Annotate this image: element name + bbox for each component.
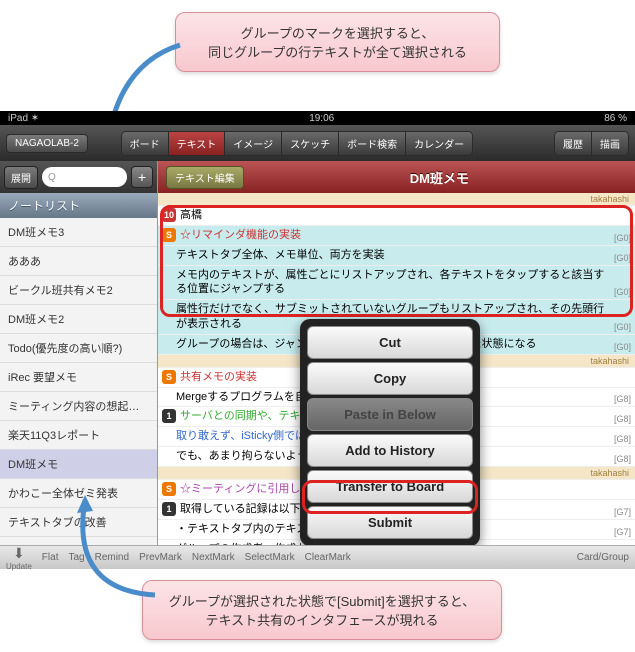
menu-submit[interactable]: Submit [307, 506, 473, 539]
line-mark[interactable]: 1 [162, 409, 176, 423]
line-text: 高橋 [180, 208, 631, 223]
bb-remind[interactable]: Remind [95, 552, 129, 563]
bottom-items: Flat Tag Remind PrevMark NextMark SelectMark C… [42, 552, 351, 563]
line-mark[interactable]: S [162, 482, 176, 496]
battery: 86 % [604, 113, 627, 124]
line-text: ☆リマインダ機能の実装 [180, 228, 610, 243]
tab-0[interactable]: ボード [122, 132, 169, 155]
sidebar-list: DM班メモ3あああビークル班共有メモ2DM班メモ2Todo(優先度の高い順?)i… [0, 218, 157, 547]
annotation-top: グループのマークを選択すると、 同じグループの行テキストが全て選択される [175, 12, 500, 72]
group-tag: [G8] [614, 414, 631, 424]
group-tag: [G0] [614, 253, 631, 263]
sidebar-item[interactable]: あああ [0, 247, 157, 276]
content-pane: テキスト編集 DM班メモ takahashi 10 高橋 S ☆リマインダ機能の実装 [G… [158, 161, 635, 547]
tab-5[interactable]: カレンダー [406, 132, 472, 155]
bb-selectmark[interactable]: SelectMark [245, 552, 295, 563]
sidebar-item[interactable]: かわこー全体ゼミ発表 [0, 479, 157, 508]
menu-transfer-to-board[interactable]: Transfer to Board [307, 470, 473, 503]
add-button[interactable]: + [131, 166, 153, 188]
sidebar-item[interactable]: 楽天11Q3レポート [0, 421, 157, 450]
device-label: iPad [8, 113, 28, 124]
sidebar-item[interactable]: Todo(優先度の高い順?) [0, 334, 157, 363]
tab-3[interactable]: スケッチ [282, 132, 339, 155]
group-tag: [G7] [614, 507, 631, 517]
text-line[interactable]: 10 高橋 [158, 206, 635, 226]
bb-nextmark[interactable]: NextMark [192, 552, 235, 563]
sidebar-item[interactable]: テキストタブの改善 [0, 508, 157, 537]
page-title: DM班メモ [252, 168, 627, 187]
tab-2[interactable]: イメージ [225, 132, 282, 155]
edit-button[interactable]: テキスト編集 [166, 166, 244, 189]
update-button[interactable]: ⬇ Update [6, 545, 32, 571]
menu-paste-in-below: Paste in Below [307, 398, 473, 431]
breadcrumb[interactable]: NAGAOLAB-2 [6, 134, 88, 153]
sidebar: 展開 Q + ノートリスト DM班メモ3あああビークル班共有メモ2DM班メモ2T… [0, 161, 158, 547]
menu-add-to-history[interactable]: Add to History [307, 434, 473, 467]
text-line[interactable]: テキストタブ全体、メモ単位、両方を実装 [G0] [158, 246, 635, 266]
rtab-0[interactable]: 履歴 [555, 132, 592, 155]
text-line[interactable]: S ☆リマインダ機能の実装 [G0] [158, 226, 635, 246]
bottom-toolbar: ⬇ Update Flat Tag Remind PrevMark NextMark Se… [0, 545, 635, 569]
sidebar-toolbar: 展開 Q + [0, 161, 157, 193]
sidebar-item[interactable]: ミーティング内容の想起実験 [0, 392, 157, 421]
bb-tag[interactable]: Tag [68, 552, 84, 563]
sidebar-header: ノートリスト [0, 193, 157, 218]
bb-clearmark[interactable]: ClearMark [305, 552, 351, 563]
sidebar-item[interactable]: ビークル班共有メモ2 [0, 276, 157, 305]
line-text: メモ内のテキストが、属性ごとにリストアップされ、各テキストをタップすると該当する… [176, 268, 610, 298]
main-toolbar: NAGAOLAB-2 ボードテキストイメージスケッチボード検索カレンダー 履歴描… [0, 125, 635, 161]
bb-prevmark[interactable]: PrevMark [139, 552, 182, 563]
search-input[interactable]: Q [42, 167, 127, 187]
sidebar-item[interactable]: DM班メモ [0, 450, 157, 479]
wifi-icon: ✶ [31, 113, 39, 124]
main-area: 展開 Q + ノートリスト DM班メモ3あああビークル班共有メモ2DM班メモ2T… [0, 161, 635, 547]
author-row: takahashi [158, 193, 635, 206]
group-tag: [G7] [614, 527, 631, 537]
line-mark[interactable]: S [162, 370, 176, 384]
tab-4[interactable]: ボード検索 [339, 132, 406, 155]
line-mark[interactable]: 10 [162, 208, 176, 222]
menu-copy[interactable]: Copy [307, 362, 473, 395]
content-header: テキスト編集 DM班メモ [158, 161, 635, 193]
line-mark[interactable]: S [162, 228, 176, 242]
rtab-1[interactable]: 描画 [592, 132, 628, 155]
line-text: テキストタブ全体、メモ単位、両方を実装 [176, 248, 610, 263]
clock: 19:06 [309, 113, 334, 124]
back-button[interactable]: 展開 [4, 166, 38, 189]
card-group-button[interactable]: Card/Group [577, 552, 629, 563]
bb-flat[interactable]: Flat [42, 552, 59, 563]
group-tag: [G8] [614, 454, 631, 464]
sidebar-item[interactable]: DM班メモ3 [0, 218, 157, 247]
sidebar-item[interactable]: iRec 要望メモ [0, 363, 157, 392]
annotation-bottom: グループが選択された状態で[Submit]を選択すると、 テキスト共有のインタフ… [142, 580, 502, 640]
menu-cut[interactable]: Cut [307, 326, 473, 359]
right-segment: 履歴描画 [554, 131, 629, 156]
group-tag: [G8] [614, 394, 631, 404]
group-tag: [G8] [614, 434, 631, 444]
context-menu: CutCopyPaste in BelowAdd to HistoryTrans… [300, 319, 480, 546]
group-tag: [G0] [614, 342, 631, 352]
tab-segment: ボードテキストイメージスケッチボード検索カレンダー [121, 131, 474, 156]
group-tag: [G0] [614, 322, 631, 332]
sidebar-item[interactable]: DM班メモ2 [0, 305, 157, 334]
status-bar: iPad ✶ 19:06 86 % [0, 111, 635, 125]
text-line[interactable]: メモ内のテキストが、属性ごとにリストアップされ、各テキストをタップすると該当する… [158, 266, 635, 301]
line-mark[interactable]: 1 [162, 502, 176, 516]
group-tag: [G0] [614, 233, 631, 243]
group-tag: [G0] [614, 287, 631, 297]
tab-1[interactable]: テキスト [169, 132, 226, 155]
